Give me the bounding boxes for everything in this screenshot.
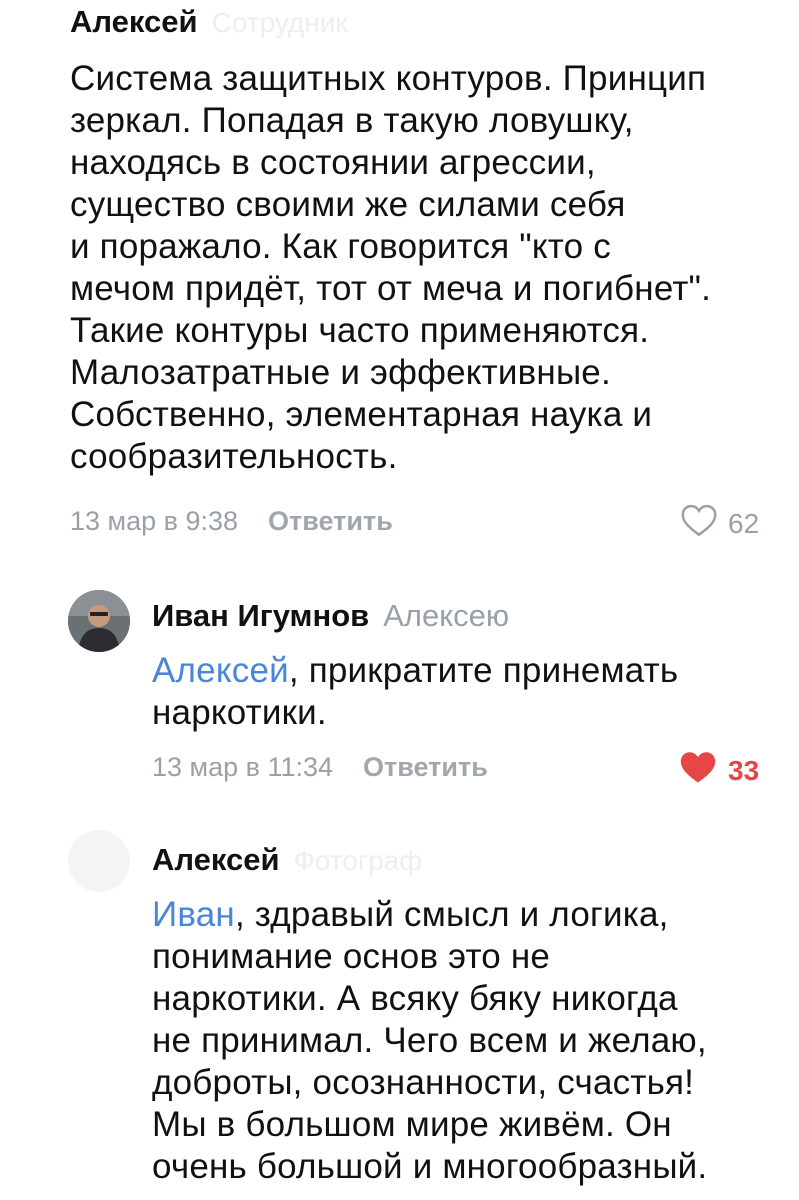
text-fragment: , прикратите принемать bbox=[288, 651, 679, 690]
mention-link[interactable]: Алексей bbox=[152, 651, 289, 690]
text-line: доброты, осознанности, счастья! bbox=[152, 1063, 695, 1102]
like-count: 62 bbox=[728, 507, 760, 539]
text-line: понимание основ это не bbox=[152, 937, 551, 976]
comment-meta: 13 мар в 11:34 Ответить bbox=[152, 752, 488, 783]
comment-author[interactable]: Иван Игумнов bbox=[152, 598, 369, 634]
text-line: наркотики. bbox=[152, 693, 327, 732]
heart-outline-icon bbox=[680, 503, 728, 544]
text-line: Малозатратные и эффективные. bbox=[70, 353, 611, 392]
comment-text: Алексей, прикратите принемать наркотики. bbox=[152, 650, 782, 734]
text-line: находясь в состоянии агрессии, bbox=[70, 143, 596, 182]
text-line: зеркал. Попадая в такую ловушку, bbox=[70, 101, 634, 140]
comment-text: Иван, здравый смысл и логика, понимание … bbox=[152, 894, 792, 1188]
like-button[interactable]: 33 bbox=[678, 749, 759, 792]
author-subtitle: Сотрудник bbox=[211, 7, 348, 38]
text-line: Такие контуры часто применяются. bbox=[70, 311, 650, 350]
heart-filled-icon bbox=[678, 749, 728, 792]
like-button[interactable]: 62 bbox=[680, 503, 759, 544]
text-line: Мы в большом мире живём. Он bbox=[152, 1105, 672, 1144]
comment-meta: 13 мар в 9:38 Ответить bbox=[70, 506, 393, 537]
comment-author[interactable]: Алексей bbox=[152, 842, 280, 878]
reply-button[interactable]: Ответить bbox=[268, 506, 393, 537]
like-count: 33 bbox=[728, 754, 760, 786]
avatar[interactable] bbox=[68, 590, 130, 652]
text-line: очень большой и многообразный. bbox=[152, 1147, 708, 1186]
text-line: и поражало. Как говорится "кто с bbox=[70, 227, 611, 266]
text-line: мечом придёт, тот от меча и погибнет". bbox=[70, 269, 712, 308]
text-line: Иван, здравый смысл и логика, bbox=[152, 894, 792, 936]
text-fragment: , здравый смысл и логика, bbox=[234, 895, 669, 934]
text-line: Система защитных контуров. Принцип bbox=[70, 59, 707, 98]
text-line: не принимал. Чего всем и желаю, bbox=[152, 1021, 707, 1060]
text-line: сообразительность. bbox=[70, 437, 398, 476]
reply-to-label[interactable]: Алексею bbox=[383, 598, 509, 634]
mention-link[interactable]: Иван bbox=[152, 895, 235, 934]
comment-date[interactable]: 13 мар в 11:34 bbox=[152, 752, 333, 783]
reply-button[interactable]: Ответить bbox=[363, 752, 488, 783]
comment-date[interactable]: 13 мар в 9:38 bbox=[70, 506, 238, 537]
comment-text: Система защитных контуров. Принцип зерка… bbox=[70, 58, 785, 478]
comment-author[interactable]: Алексей bbox=[70, 4, 198, 40]
text-line: Алексей, прикратите принемать bbox=[152, 650, 782, 692]
text-line: наркотики. А всяку бяку никогда bbox=[152, 979, 678, 1018]
text-line: Собственно, элементарная наука и bbox=[70, 395, 653, 434]
avatar[interactable] bbox=[68, 830, 130, 892]
text-line: существо своими же силами себя bbox=[70, 185, 626, 224]
author-subtitle: Фотограф bbox=[293, 845, 423, 876]
